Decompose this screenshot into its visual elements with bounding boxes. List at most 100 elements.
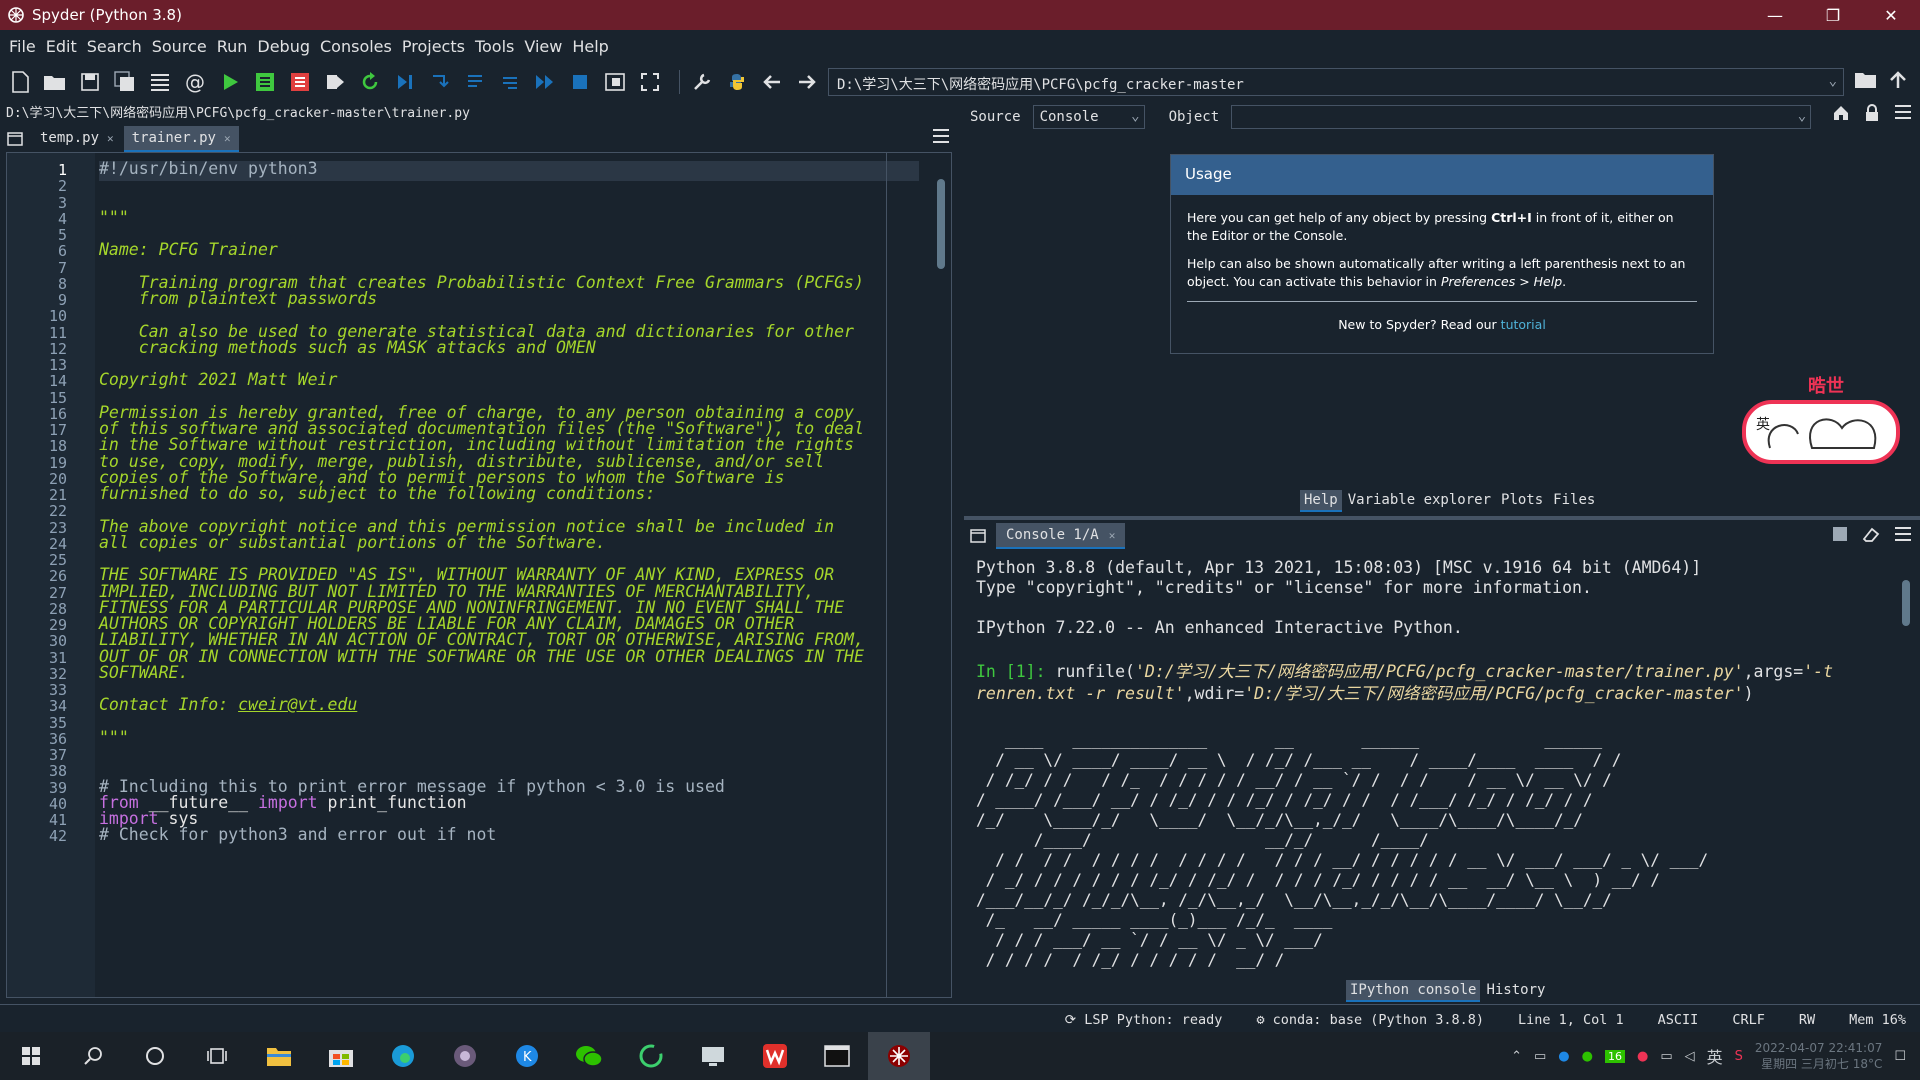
store-icon[interactable] <box>310 1032 372 1080</box>
menu-source[interactable]: Source <box>147 37 212 56</box>
spyder-taskbar-icon[interactable] <box>868 1032 930 1080</box>
run-cell-advance-icon[interactable] <box>286 68 314 96</box>
clear-console-eraser-icon[interactable] <box>1862 526 1880 546</box>
cortana-icon[interactable] <box>124 1032 186 1080</box>
new-file-icon[interactable] <box>6 68 34 96</box>
terminal-icon[interactable] <box>806 1032 868 1080</box>
pane-options-menu-icon[interactable] <box>1894 104 1912 126</box>
input-method-indicator[interactable]: 英 <box>1707 1044 1723 1068</box>
volume-icon[interactable]: ◁ <box>1685 1049 1695 1064</box>
close-tab-icon[interactable]: ✕ <box>107 132 114 145</box>
working-directory-combo[interactable]: D:\学习\大三下\网络密码应用\PCFG\pcfg_cracker-maste… <box>828 68 1844 96</box>
step-icon[interactable] <box>426 68 454 96</box>
step-return-icon[interactable] <box>496 68 524 96</box>
tab-history[interactable]: History <box>1482 980 1550 1002</box>
tab-variable-explorer[interactable]: Variable explorer <box>1343 490 1496 512</box>
tab-plots[interactable]: Plots <box>1497 490 1548 512</box>
close-tab-icon[interactable]: ✕ <box>1109 529 1116 542</box>
pane-options-menu-icon[interactable] <box>1894 526 1912 546</box>
tab-help[interactable]: Help <box>1300 490 1342 512</box>
home-icon[interactable] <box>1832 104 1850 126</box>
browse-tabs-icon[interactable] <box>970 528 986 547</box>
open-file-icon[interactable] <box>41 68 69 96</box>
tab-temp-py[interactable]: temp.py ✕ <box>32 126 122 152</box>
maximize-pane-icon[interactable] <box>601 68 629 96</box>
minimize-button[interactable]: — <box>1746 0 1804 30</box>
sync-app-icon[interactable] <box>620 1032 682 1080</box>
edge-browser-icon[interactable] <box>372 1032 434 1080</box>
menu-file[interactable]: File <box>4 37 41 56</box>
editor-scrollbar[interactable] <box>935 159 947 993</box>
scrollbar-thumb[interactable] <box>1902 580 1910 626</box>
run-icon[interactable] <box>216 68 244 96</box>
save-all-icon[interactable] <box>111 68 139 96</box>
code-editor[interactable]: 1 2 3 4 5 6 7 8 9 10 11 12 13 14 15 16 17 18 19 20 21 22 23 24 2… <box>6 152 952 998</box>
browse-folder-icon[interactable] <box>1854 70 1878 94</box>
tab-console-1a[interactable]: Console 1/A ✕ <box>996 523 1126 549</box>
run-cell-icon[interactable] <box>251 68 279 96</box>
editor-options-menu-icon[interactable] <box>932 128 950 148</box>
remote-desktop-icon[interactable] <box>682 1032 744 1080</box>
wps-office-icon[interactable] <box>744 1032 806 1080</box>
network-icon[interactable]: ▭ <box>1534 1049 1546 1064</box>
app-game-icon[interactable] <box>434 1032 496 1080</box>
tab-ipython-console[interactable]: IPython console <box>1346 980 1481 1002</box>
horizontal-splitter[interactable] <box>964 516 1920 520</box>
stop-kernel-icon[interactable] <box>1832 526 1848 546</box>
windows-start-icon[interactable] <box>0 1032 62 1080</box>
scrollbar-thumb[interactable] <box>937 179 945 269</box>
step-into-icon[interactable] <box>461 68 489 96</box>
at-sign-icon[interactable]: @ <box>181 68 209 96</box>
menu-consoles[interactable]: Consoles <box>315 37 397 56</box>
ipython-console[interactable]: Python 3.8.8 (default, Apr 13 2021, 15:0… <box>968 552 1900 972</box>
kugou-music-icon[interactable]: K <box>496 1032 558 1080</box>
kugou-tray-icon[interactable]: ● <box>1558 1049 1569 1064</box>
preferences-wrench-icon[interactable] <box>688 68 716 96</box>
console-scrollbar[interactable] <box>1900 560 1912 970</box>
code-area[interactable]: #!/usr/bin/env python3 """ Name: PCFG Trai… <box>99 153 921 997</box>
wechat-tray-icon[interactable]: ● <box>1582 1049 1593 1064</box>
parent-directory-icon[interactable] <box>1888 70 1908 94</box>
notification-icon[interactable]: ☐ <box>1894 1049 1906 1064</box>
display-icon[interactable]: ▭ <box>1660 1049 1672 1064</box>
fullscreen-icon[interactable] <box>636 68 664 96</box>
menu-view[interactable]: View <box>519 37 567 56</box>
python-path-icon[interactable] <box>723 68 751 96</box>
email-link[interactable]: cweir@vt.edu <box>238 695 357 714</box>
forward-arrow-icon[interactable] <box>793 68 821 96</box>
sogou-ime-icon[interactable]: S <box>1735 1049 1743 1064</box>
chevron-down-icon[interactable]: ⌄ <box>1829 73 1837 89</box>
back-arrow-icon[interactable] <box>758 68 786 96</box>
menu-projects[interactable]: Projects <box>397 37 470 56</box>
tab-trainer-py[interactable]: trainer.py ✕ <box>123 126 239 152</box>
stop-debug-icon[interactable] <box>566 68 594 96</box>
file-explorer-icon[interactable] <box>248 1032 310 1080</box>
task-view-icon[interactable] <box>186 1032 248 1080</box>
outline-icon[interactable] <box>146 68 174 96</box>
object-combo[interactable]: ⌄ <box>1231 105 1812 129</box>
search-icon[interactable] <box>62 1032 124 1080</box>
debug-icon[interactable] <box>391 68 419 96</box>
save-icon[interactable] <box>76 68 104 96</box>
close-button[interactable]: ✕ <box>1862 0 1920 30</box>
browse-tabs-icon[interactable] <box>2 126 28 152</box>
clock[interactable]: 2022-04-07 22:41:07 星期四 三月初七 18°C <box>1755 1040 1882 1072</box>
tab-files[interactable]: Files <box>1549 490 1600 512</box>
maximize-button[interactable]: ❐ <box>1804 0 1862 30</box>
lock-icon[interactable] <box>1864 104 1880 126</box>
ime-mascot-tray-icon[interactable]: ● <box>1637 1049 1648 1064</box>
menu-edit[interactable]: Edit <box>41 37 82 56</box>
menu-debug[interactable]: Debug <box>252 37 315 56</box>
chevron-up-icon[interactable]: ⌃ <box>1511 1049 1522 1064</box>
menu-tools[interactable]: Tools <box>470 37 519 56</box>
vertical-splitter[interactable] <box>956 100 962 1000</box>
rerun-icon[interactable] <box>356 68 384 96</box>
tray-badge[interactable]: 16 <box>1604 1049 1625 1063</box>
close-tab-icon[interactable]: ✕ <box>224 132 231 145</box>
source-combo[interactable]: Console ⌄ <box>1032 105 1145 129</box>
run-selection-icon[interactable] <box>321 68 349 96</box>
tutorial-link[interactable]: tutorial <box>1501 317 1546 332</box>
menu-run[interactable]: Run <box>212 37 253 56</box>
menu-search[interactable]: Search <box>82 37 147 56</box>
menu-help[interactable]: Help <box>567 37 613 56</box>
